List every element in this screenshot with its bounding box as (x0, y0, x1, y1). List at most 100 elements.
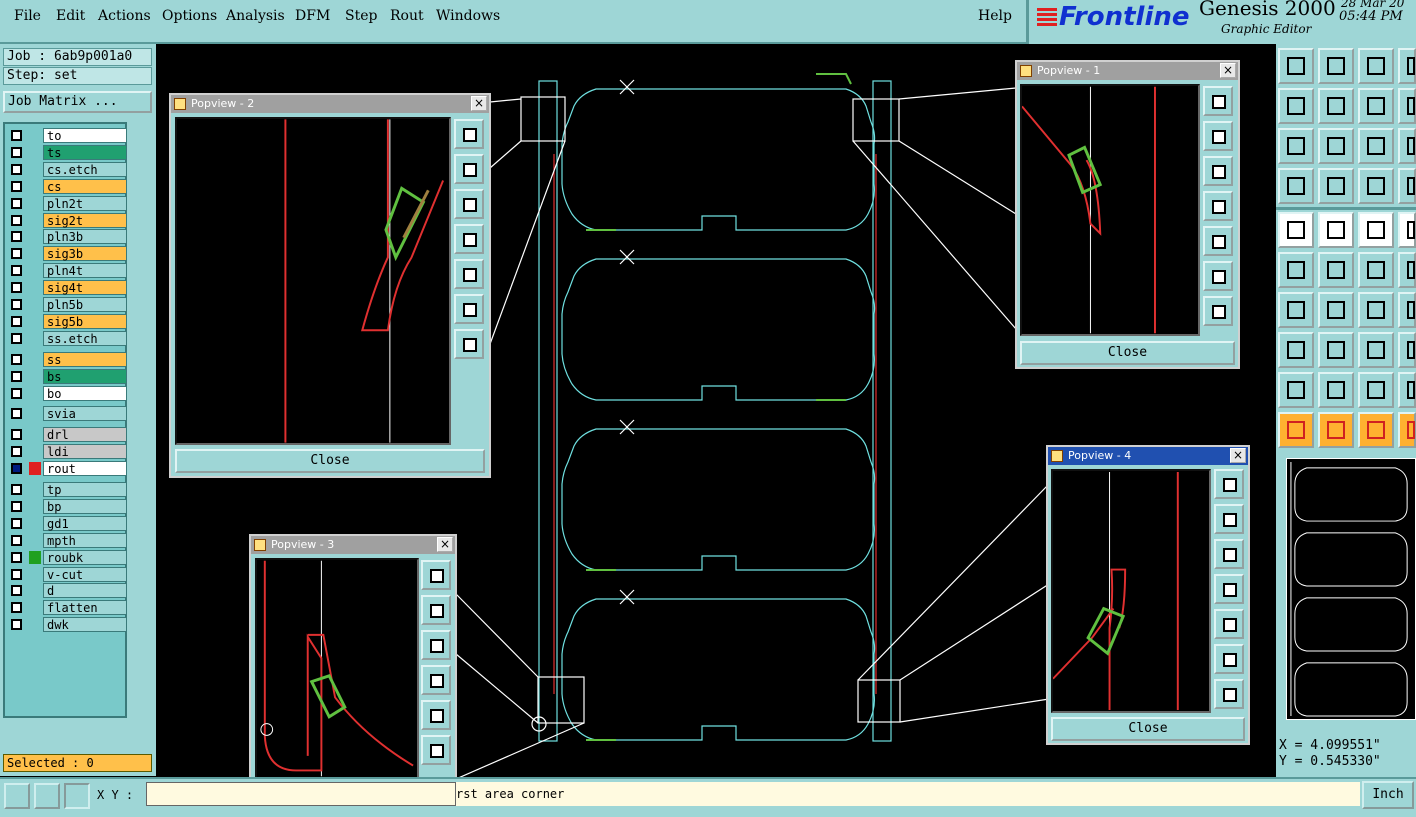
layer-row-ss[interactable]: ss (7, 351, 127, 367)
layer-checkbox[interactable] (11, 180, 22, 192)
layer-checkbox[interactable] (11, 387, 22, 399)
menu-analysis[interactable]: Analysis (226, 8, 285, 24)
layer-checkbox[interactable] (11, 130, 22, 141)
popview-4-titlebar[interactable]: Popview - 4 × (1048, 447, 1248, 465)
redo-icon[interactable] (1398, 128, 1416, 164)
layer-row-ss.etch[interactable]: ss.etch (7, 330, 127, 346)
pan-icon[interactable] (1358, 88, 1394, 124)
layer-row-bs[interactable]: bs (7, 368, 127, 384)
popview-1-view[interactable] (1020, 84, 1200, 336)
delete-icon[interactable] (1318, 168, 1354, 204)
popview-pan-left-button[interactable] (1214, 574, 1244, 604)
popview-pan-up-button[interactable] (1214, 504, 1244, 534)
popview-pan-left-button[interactable] (421, 665, 451, 695)
line-icon[interactable] (1278, 252, 1314, 288)
menu-step[interactable]: Step (345, 8, 377, 24)
text-icon[interactable] (1318, 332, 1354, 368)
layer-checkbox[interactable] (11, 534, 22, 546)
layer-row-bo[interactable]: bo (7, 385, 127, 401)
layer-row-pln3b[interactable]: pln3b (7, 229, 127, 245)
popview-fit-button[interactable] (421, 735, 451, 765)
layer-checkbox[interactable] (11, 214, 22, 226)
move-icon[interactable] (1358, 212, 1394, 248)
menu-actions[interactable]: Actions (98, 8, 151, 24)
layer-checkbox[interactable] (11, 517, 22, 529)
layer-checkbox[interactable] (11, 446, 22, 458)
home-icon[interactable] (1358, 412, 1394, 448)
popview-pan-up-button[interactable] (421, 595, 451, 625)
menu-rout[interactable]: Rout (390, 8, 424, 24)
snap-icon[interactable] (1318, 212, 1354, 248)
layer-row-v-cut[interactable]: v-cut (7, 566, 127, 582)
via-icon[interactable] (1278, 292, 1314, 328)
layer-row-pln2t[interactable]: pln2t (7, 195, 127, 211)
copy-icon[interactable] (1398, 212, 1416, 248)
layer-checkbox[interactable] (11, 500, 22, 512)
layer-row-mpth[interactable]: mpth (7, 532, 127, 548)
layer-row-to[interactable]: to (7, 128, 127, 143)
pick-icon[interactable] (1318, 372, 1354, 408)
popview-pan-down-button[interactable] (454, 189, 484, 219)
layer-icon[interactable] (1358, 128, 1394, 164)
scale-icon[interactable] (1278, 128, 1314, 164)
popview-zoom-button[interactable] (1203, 86, 1233, 116)
layer-row-sig4t[interactable]: sig4t (7, 280, 127, 296)
menu-help[interactable]: Help (978, 8, 1012, 24)
popview-pan-down-button[interactable] (1203, 156, 1233, 186)
overview-map[interactable] (1286, 458, 1416, 720)
save-icon[interactable] (1318, 48, 1354, 84)
zoom-in-icon[interactable] (1398, 412, 1416, 448)
popview-3-view[interactable] (255, 558, 419, 779)
popview-2-titlebar[interactable]: Popview - 2 × (171, 95, 489, 113)
layer-checkbox[interactable] (11, 568, 22, 580)
grid-snap-icon[interactable] (64, 783, 90, 809)
layer-row-ldi[interactable]: ldi (7, 444, 127, 460)
layer-row-tp[interactable]: tp (7, 482, 127, 497)
layer-row-drl[interactable]: drl (7, 427, 127, 443)
popview-pan-up-button[interactable] (454, 154, 484, 184)
menu-edit[interactable]: Edit (56, 8, 85, 24)
resize-icon[interactable] (1358, 292, 1394, 328)
open-step-icon[interactable] (1278, 48, 1314, 84)
fit-icon[interactable] (1398, 88, 1416, 124)
triangle-icon[interactable] (1278, 332, 1314, 368)
rout-icon[interactable] (1358, 372, 1394, 408)
layer-checkbox[interactable] (11, 163, 22, 175)
layer-row-cs[interactable]: cs (7, 178, 127, 194)
popview-pan-right-button[interactable] (1214, 609, 1244, 639)
layer-checkbox[interactable] (11, 146, 22, 158)
popview-fit-button[interactable] (454, 294, 484, 324)
star-icon[interactable] (1398, 332, 1416, 368)
mirror-icon[interactable] (1398, 252, 1416, 288)
layer-checkbox[interactable] (11, 619, 22, 631)
layer-checkbox[interactable] (11, 282, 22, 294)
popview-pan-right-button[interactable] (1203, 226, 1233, 256)
layer-row-dwk[interactable]: dwk (7, 617, 127, 633)
layer-checkbox[interactable] (11, 315, 22, 327)
layer-checkbox[interactable] (11, 197, 22, 209)
popview-pan-down-button[interactable] (1214, 539, 1244, 569)
popview-pan-left-button[interactable] (454, 224, 484, 254)
layer-checkbox[interactable] (11, 602, 22, 614)
home-icon[interactable] (1358, 48, 1394, 84)
layer-row-d[interactable]: d (7, 583, 127, 599)
popview-3-titlebar[interactable]: Popview - 3 × (251, 536, 455, 554)
arc-icon[interactable] (1318, 252, 1354, 288)
polygon-icon[interactable] (1358, 332, 1394, 368)
popview-pan-down-button[interactable] (421, 630, 451, 660)
popview-4-close-button[interactable]: Close (1051, 717, 1245, 741)
zoom-out-icon[interactable] (1278, 88, 1314, 124)
select-icon[interactable] (1278, 372, 1314, 408)
pad-icon[interactable] (1278, 212, 1314, 248)
layer-row-sig2t[interactable]: sig2t (7, 212, 127, 228)
layer-checkbox[interactable] (11, 463, 22, 475)
popview-1-close-button[interactable]: Close (1020, 341, 1235, 365)
layer-checkbox[interactable] (11, 265, 22, 277)
xy-input[interactable] (146, 782, 456, 806)
settings-icon[interactable] (1398, 168, 1416, 204)
popview-1-titlebar[interactable]: Popview - 1 × (1017, 62, 1238, 80)
add-feature-icon[interactable] (1278, 168, 1314, 204)
menu-windows[interactable]: Windows (436, 8, 500, 24)
popview-fit-button[interactable] (1203, 261, 1233, 291)
popview-zoom-button[interactable] (1214, 469, 1244, 499)
